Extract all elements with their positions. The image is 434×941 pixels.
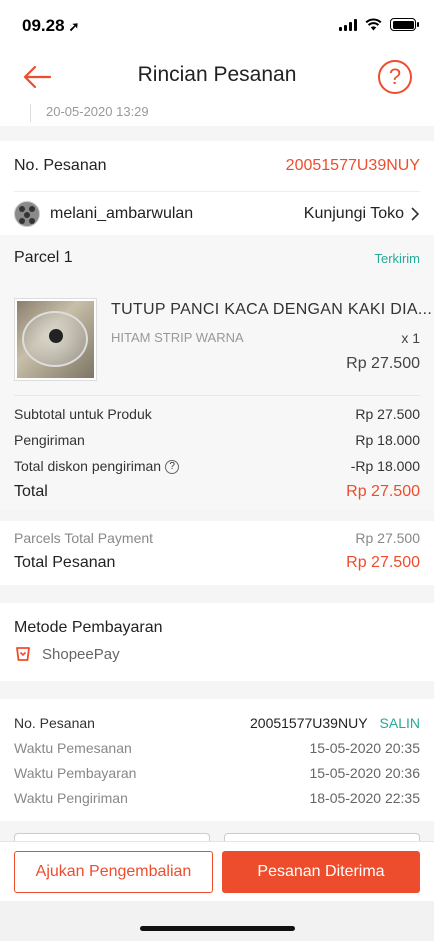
shop-info: melani_ambarwulan [14,200,194,227]
request-return-button[interactable]: Ajukan Pengembalian [14,851,213,893]
summary-label: Pengiriman [14,432,85,448]
location-arrow-icon: ➚ [68,19,80,34]
info-order-number: 20051577U39NUY [250,714,368,731]
home-indicator-area [0,901,434,941]
cellular-signal-icon [339,18,357,31]
visit-shop-button[interactable]: Kunjungi Toko [304,205,420,223]
payment-method-title: Metode Pembayaran [14,619,163,636]
page-title: Rincian Pesanan [137,63,297,86]
payment-method: ShopeePay [14,645,120,663]
app-header: Rincian Pesanan ? [0,50,434,104]
info-value: 15-05-2020 20:36 [309,764,420,781]
product-name: TUTUP PANCI KACA DENGAN KAKI DIA... [111,301,433,318]
payment-method-name: ShopeePay [42,645,120,663]
summary-value: Rp 18.000 [355,432,420,448]
shipping-discount-label-wrap: Total diskon pengiriman? [14,457,180,475]
info-order-value-wrap: 20051577U39NUY SALIN [250,715,420,731]
question-circle-icon[interactable]: ? [165,460,180,475]
wifi-icon [365,18,382,31]
summary-value: -Rp 18.000 [350,458,420,474]
shipping-discount-row: Total diskon pengiriman? -Rp 18.000 [0,453,434,479]
chevron-right-icon [411,206,420,221]
timeline-partial: 20-05-2020 13:29 [0,104,434,126]
shop-name: melani_ambarwulan [50,204,194,222]
help-button[interactable]: ? [378,60,412,94]
parcel-card: Parcel 1 Terkirim TUTUP PANCI KACA DENGA… [0,235,434,510]
order-number-value[interactable]: 20051577U39NUY [286,157,420,175]
subtotal-row: Subtotal untuk Produk Rp 27.500 [0,401,434,427]
order-number-row: No. Pesanan 20051577U39NUY [0,141,434,191]
home-indicator[interactable] [140,926,295,931]
timeline-line [30,104,31,122]
shopeepay-icon [16,647,30,661]
parcels-total-value: Rp 27.500 [355,530,420,546]
shop-avatar [14,200,40,227]
order-number-card: No. Pesanan 20051577U39NUY melani_ambarw… [0,141,434,235]
product-image [14,298,97,381]
copy-button[interactable]: SALIN [380,715,420,731]
info-label: No. Pesanan [14,714,95,731]
summary-value: Rp 27.500 [355,406,420,422]
clock: 09.28 [22,16,65,35]
info-row: Waktu Pembayaran 15-05-2020 20:36 [0,760,434,785]
order-received-button[interactable]: Pesanan Diterima [222,851,420,893]
info-value: 15-05-2020 20:35 [309,739,420,756]
parcels-total-row: Parcels Total Payment Rp 27.500 [0,521,434,549]
payment-method-card: Metode Pembayaran ShopeePay [0,603,434,681]
product-variant: HITAM STRIP WARNA [111,330,244,345]
visit-shop-label: Kunjungi Toko [303,204,404,222]
product-price: Rp 27.500 [346,355,420,372]
summary-label: Total diskon pengiriman [14,457,162,474]
info-label: Waktu Pengiriman [14,789,128,806]
info-label: Waktu Pemesanan [14,739,132,756]
info-value: 18-05-2020 22:35 [309,789,420,806]
product-item[interactable]: TUTUP PANCI KACA DENGAN KAKI DIA... HITA… [14,281,432,396]
status-icons [339,18,419,31]
status-bar: 09.28 ➚ [0,0,434,50]
parcel-total-value: Rp 27.500 [346,483,420,500]
info-row: Waktu Pengiriman 18-05-2020 22:35 [0,785,434,810]
battery-icon [390,18,419,31]
shop-row[interactable]: melani_ambarwulan Kunjungi Toko [0,192,434,235]
parcel-total-row: Total Rp 27.500 [0,479,434,505]
info-row: Waktu Pemesanan 15-05-2020 20:35 [0,735,434,760]
shipping-row: Pengiriman Rp 18.000 [0,427,434,453]
summary-label: Subtotal untuk Produk [14,406,152,422]
order-info-card: No. Pesanan 20051577U39NUY SALIN Waktu Pe… [0,699,434,821]
parcel-title: Parcel 1 [14,249,73,266]
order-totals-card: Parcels Total Payment Rp 27.500 Total Pe… [0,521,434,585]
info-label: Waktu Pembayaran [14,764,137,781]
parcel-header: Parcel 1 Terkirim [0,235,434,281]
product-quantity: x 1 [401,330,420,346]
info-order-number-row: No. Pesanan 20051577U39NUY SALIN [0,710,434,735]
order-number-label: No. Pesanan [14,157,107,174]
parcels-total-label: Parcels Total Payment [14,530,154,546]
bottom-action-bar: Ajukan Pengembalian Pesanan Diterima [0,841,434,901]
timeline-timestamp: 20-05-2020 13:29 [46,104,149,119]
order-total-label: Total Pesanan [14,554,116,571]
status-time: 09.28 ➚ [22,16,79,36]
parcel-status: Terkirim [374,250,421,266]
order-total-row: Total Pesanan Rp 27.500 [0,549,434,577]
parcel-total-label: Total [14,483,48,500]
order-total-value: Rp 27.500 [346,554,420,571]
